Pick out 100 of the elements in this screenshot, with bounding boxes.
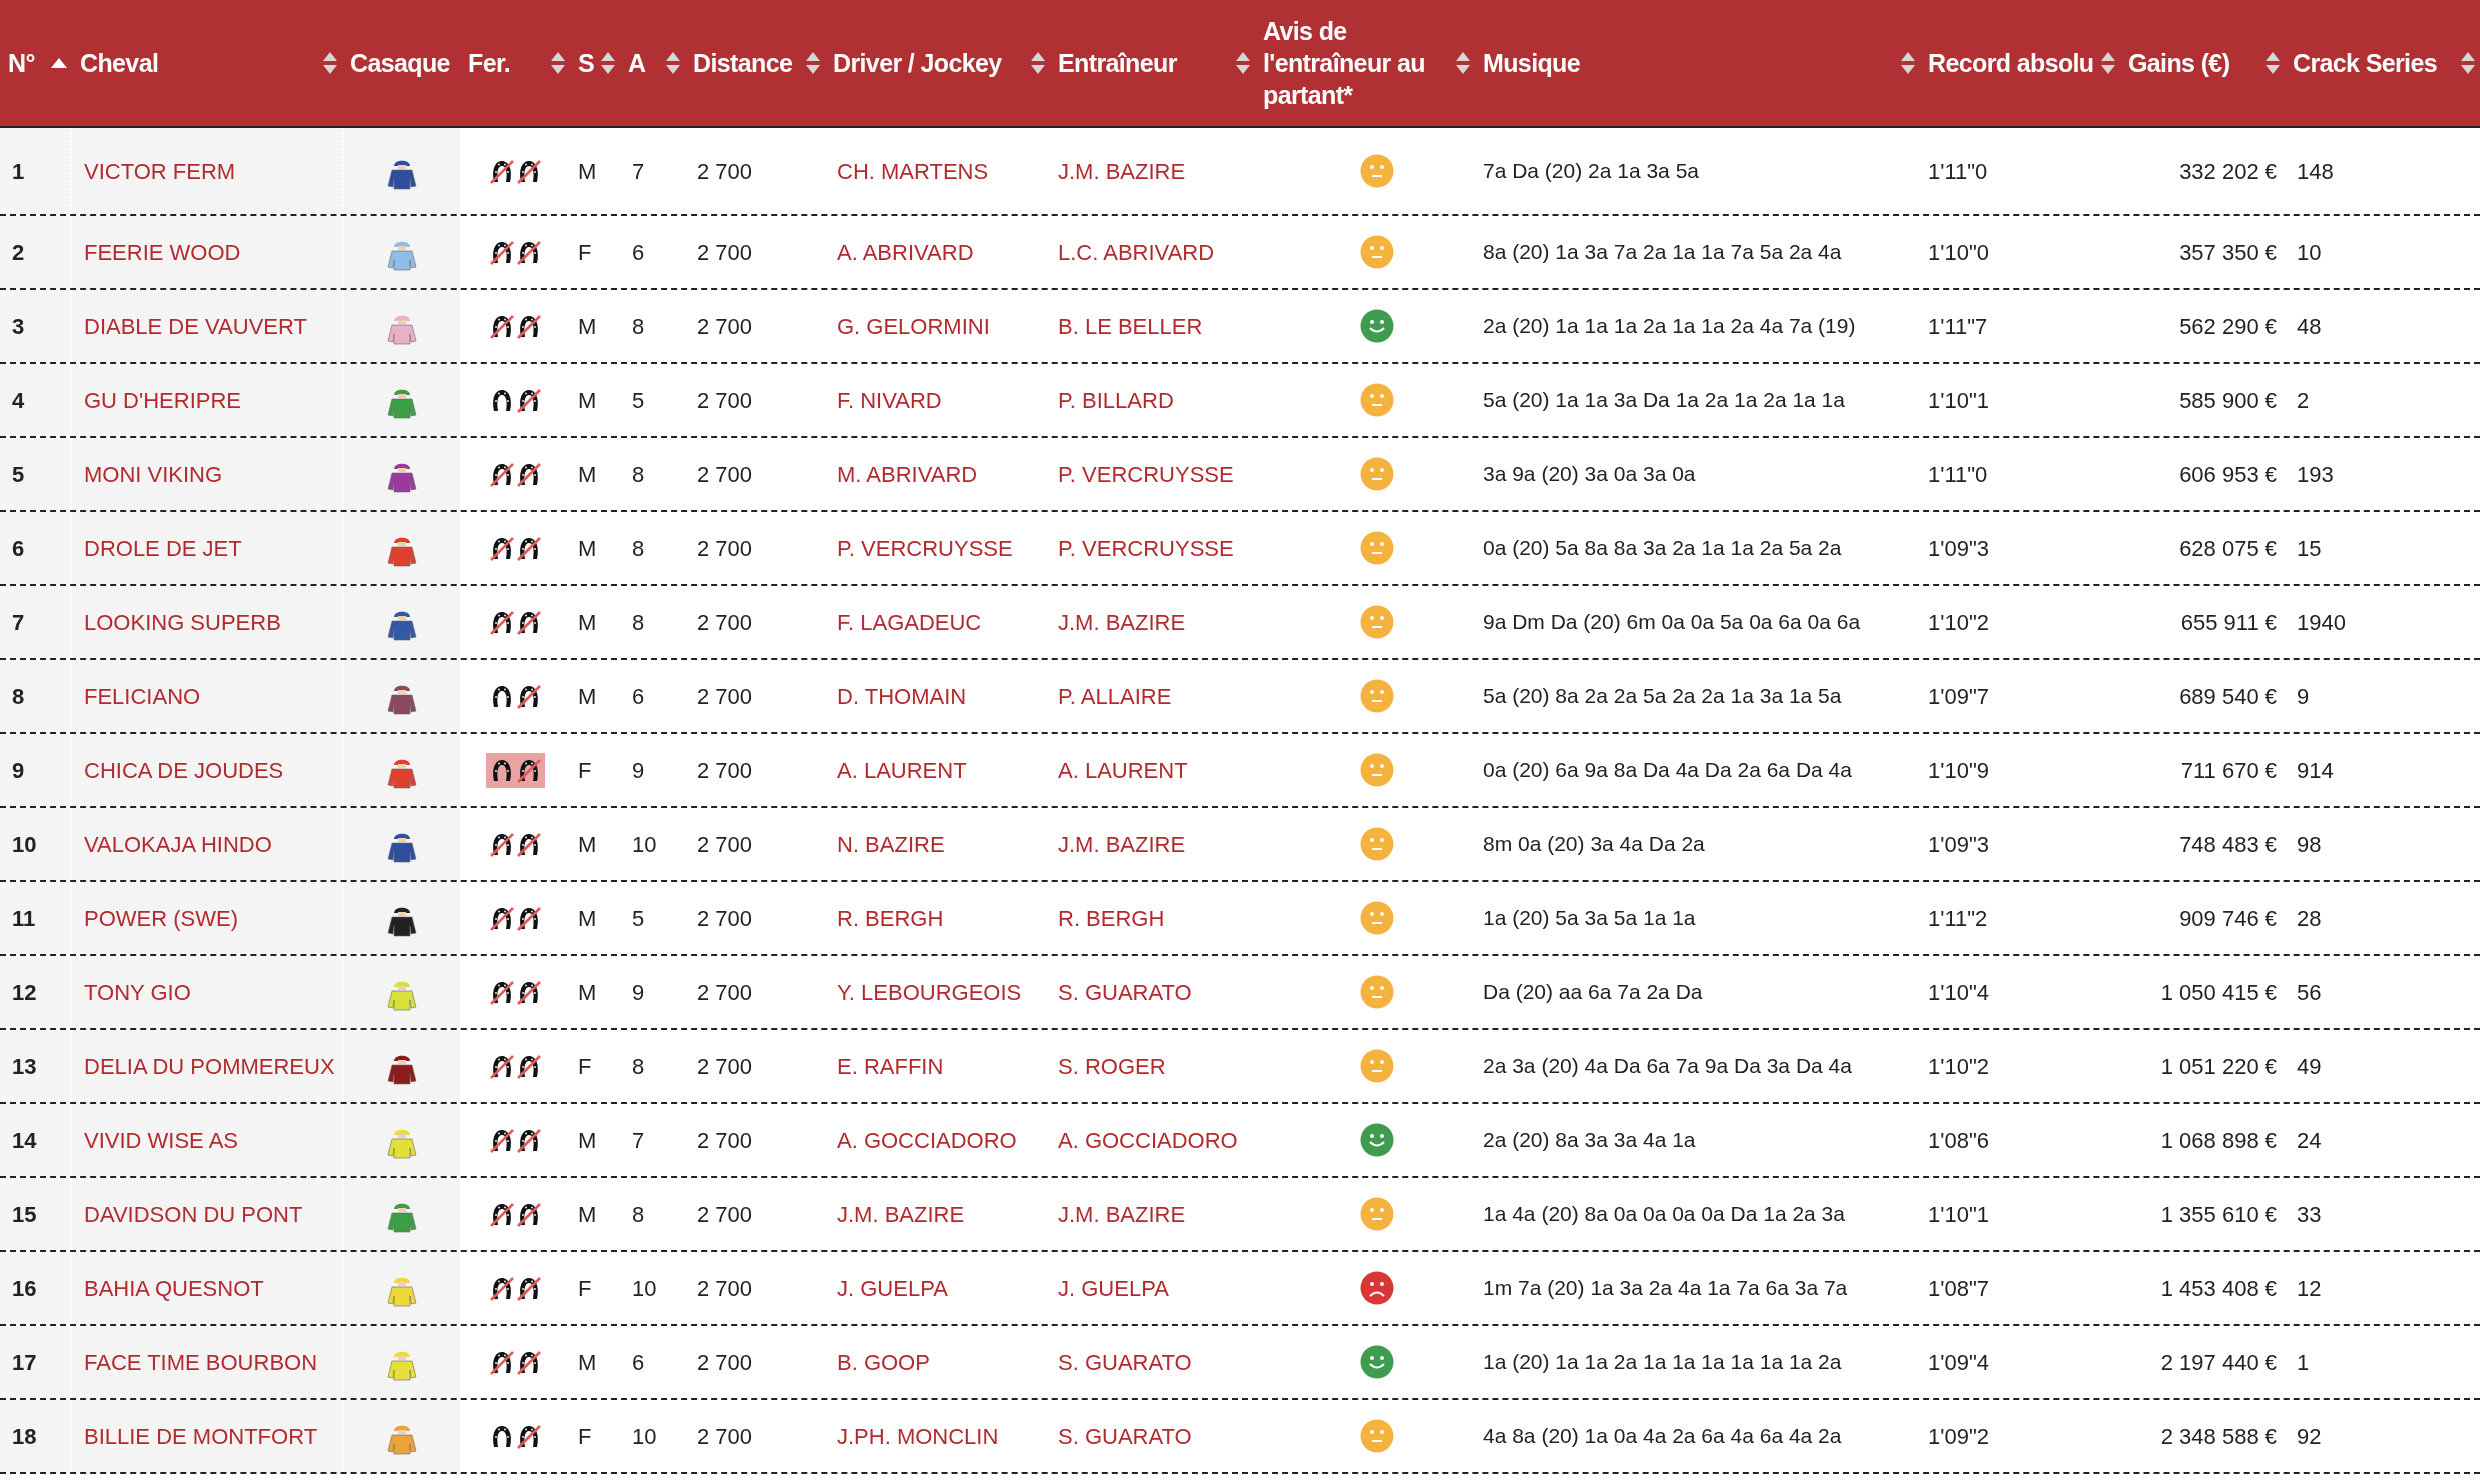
trainer-link[interactable]: A. LAURENT (1058, 753, 1188, 787)
sort-icon[interactable] (2100, 50, 2116, 76)
driver-link[interactable]: F. LAGADEUC (837, 605, 982, 639)
age-cell-text: 5 (632, 904, 645, 933)
column-header[interactable]: A (628, 47, 646, 79)
driver-link[interactable]: CH. MARTENS (837, 154, 989, 188)
sex-cell-text: F (578, 756, 592, 785)
row-number: 2 (12, 238, 25, 267)
neutral-face-icon (1360, 1049, 1394, 1083)
column-header[interactable]: Driver / Jockey (833, 47, 1002, 79)
age-cell-text: 8 (632, 312, 645, 341)
age-cell-text: 10 (632, 830, 657, 859)
column-header[interactable]: Avis de l'entraîneur au partant* (1263, 15, 1453, 111)
horse-name-link[interactable]: TONY GIO (84, 975, 191, 1009)
driver-link[interactable]: A. ABRIVARD (837, 235, 974, 269)
trainer-link[interactable]: S. GUARATO (1058, 1345, 1192, 1379)
driver-link[interactable]: F. NIVARD (837, 383, 942, 417)
driver-link[interactable]: P. VERCRUYSSE (837, 531, 1013, 565)
sort-icon[interactable] (322, 50, 338, 76)
sort-icon[interactable] (550, 50, 566, 76)
trainer-link[interactable]: J.M. BAZIRE (1058, 605, 1186, 639)
music-cell-text: 7a Da (20) 2a 1a 3a 5a (1483, 158, 1699, 185)
driver-link[interactable]: A. LAURENT (837, 753, 967, 787)
trainer-link[interactable]: A. GOCCIADORO (1058, 1123, 1238, 1157)
column-header[interactable]: Crack Series (2293, 47, 2437, 79)
column-header[interactable]: Musique (1483, 47, 1581, 79)
sex-cell-text: F (578, 1422, 592, 1451)
trainer-link[interactable]: P. VERCRUYSSE (1058, 531, 1234, 565)
column-header[interactable]: Entraîneur (1058, 47, 1177, 79)
trainer-link[interactable]: S. ROGER (1058, 1049, 1166, 1083)
column-header[interactable]: Cheval (80, 47, 159, 79)
driver-link[interactable]: E. RAFFIN (837, 1049, 944, 1083)
column-header[interactable]: N° (8, 47, 35, 79)
driver-link[interactable]: B. GOOP (837, 1345, 930, 1379)
crack-series-cell-text: 48 (2297, 312, 2322, 341)
age-cell-text: 8 (632, 534, 645, 563)
distance-cell-text: 2 700 (697, 1422, 753, 1451)
trainer-link[interactable]: P. ALLAIRE (1058, 679, 1172, 713)
column-header[interactable]: Gains (€) (2128, 47, 2230, 79)
driver-link[interactable]: Y. LEBOURGEOIS (837, 975, 1022, 1009)
sort-icon[interactable] (2460, 50, 2476, 76)
music-cell-text: 8a (20) 1a 3a 7a 2a 1a 1a 7a 5a 2a 4a (1483, 239, 1842, 266)
driver-link[interactable]: J. GUELPA (837, 1271, 948, 1305)
column-header[interactable]: Distance (693, 47, 793, 79)
sort-icon[interactable] (665, 50, 681, 76)
driver-link[interactable]: G. GELORMINI (837, 309, 990, 343)
row-number: 4 (12, 386, 25, 415)
trainer-link[interactable]: P. BILLARD (1058, 383, 1174, 417)
gains-cell-text: 332 202 € (2179, 157, 2277, 186)
gains-cell-text: 1 050 415 € (2160, 978, 2277, 1007)
gains-cell-text: 711 670 € (2180, 756, 2277, 785)
sex-cell-text: M (578, 608, 597, 637)
trainer-link[interactable]: S. GUARATO (1058, 975, 1192, 1009)
sort-icon[interactable] (1235, 50, 1251, 76)
driver-link[interactable]: M. ABRIVARD (837, 457, 978, 491)
row-number: 18 (12, 1422, 37, 1451)
gains-cell-text: 748 483 € (2179, 830, 2277, 859)
row-number: 13 (12, 1052, 37, 1081)
crack-series-cell-text: 2 (2297, 386, 2310, 415)
row-number: 8 (12, 682, 25, 711)
distance-cell-text: 2 700 (697, 830, 753, 859)
age-cell-text: 7 (632, 1126, 645, 1155)
sex-cell-text: M (578, 1200, 597, 1229)
record-cell-text: 1'09"7 (1928, 682, 1989, 711)
sort-icon[interactable] (2265, 50, 2281, 76)
gains-cell-text: 1 068 898 € (2160, 1126, 2277, 1155)
distance-cell-text: 2 700 (697, 386, 753, 415)
neutral-face-icon (1360, 753, 1394, 787)
trainer-link[interactable]: R. BERGH (1058, 901, 1165, 935)
column-header[interactable]: Casaque (350, 47, 450, 79)
music-cell-text: 1a (20) 1a 1a 2a 1a 1a 1a 1a 1a 1a 2a (1483, 1349, 1842, 1376)
driver-link[interactable]: A. GOCCIADORO (837, 1123, 1017, 1157)
sort-icon[interactable] (805, 50, 821, 76)
driver-link[interactable]: J.M. BAZIRE (837, 1197, 965, 1231)
sort-icon[interactable] (600, 50, 616, 76)
smiling-face-icon (1360, 1123, 1394, 1157)
trainer-link[interactable]: J. GUELPA (1058, 1271, 1169, 1305)
driver-link[interactable]: N. BAZIRE (837, 827, 945, 861)
sex-cell-text: F (578, 1052, 592, 1081)
sort-icon[interactable] (1455, 50, 1471, 76)
trainer-link[interactable]: S. GUARATO (1058, 1419, 1192, 1453)
trainer-link[interactable]: B. LE BELLER (1058, 309, 1203, 343)
driver-link[interactable]: R. BERGH (837, 901, 944, 935)
trainer-link[interactable]: J.M. BAZIRE (1058, 1197, 1186, 1231)
trainer-link[interactable]: J.M. BAZIRE (1058, 154, 1186, 188)
trainer-link[interactable]: J.M. BAZIRE (1058, 827, 1186, 861)
sort-icon[interactable] (1900, 50, 1916, 76)
gains-cell-text: 2 197 440 € (2160, 1348, 2277, 1377)
music-cell-text: 5a (20) 1a 1a 3a Da 1a 2a 1a 2a 1a 1a (1483, 387, 1845, 414)
column-header[interactable]: Record absolu (1928, 47, 2094, 79)
sex-cell-text: M (578, 904, 597, 933)
age-cell-text: 9 (632, 756, 645, 785)
trainer-link[interactable]: L.C. ABRIVARD (1058, 235, 1215, 269)
column-header[interactable]: Fer. (468, 47, 510, 79)
sex-cell-text: M (578, 460, 597, 489)
driver-link[interactable]: J.PH. MONCLIN (837, 1419, 999, 1453)
column-header[interactable]: S (578, 47, 595, 79)
trainer-link[interactable]: P. VERCRUYSSE (1058, 457, 1234, 491)
sort-icon[interactable] (1030, 50, 1046, 76)
driver-link[interactable]: D. THOMAIN (837, 679, 967, 713)
